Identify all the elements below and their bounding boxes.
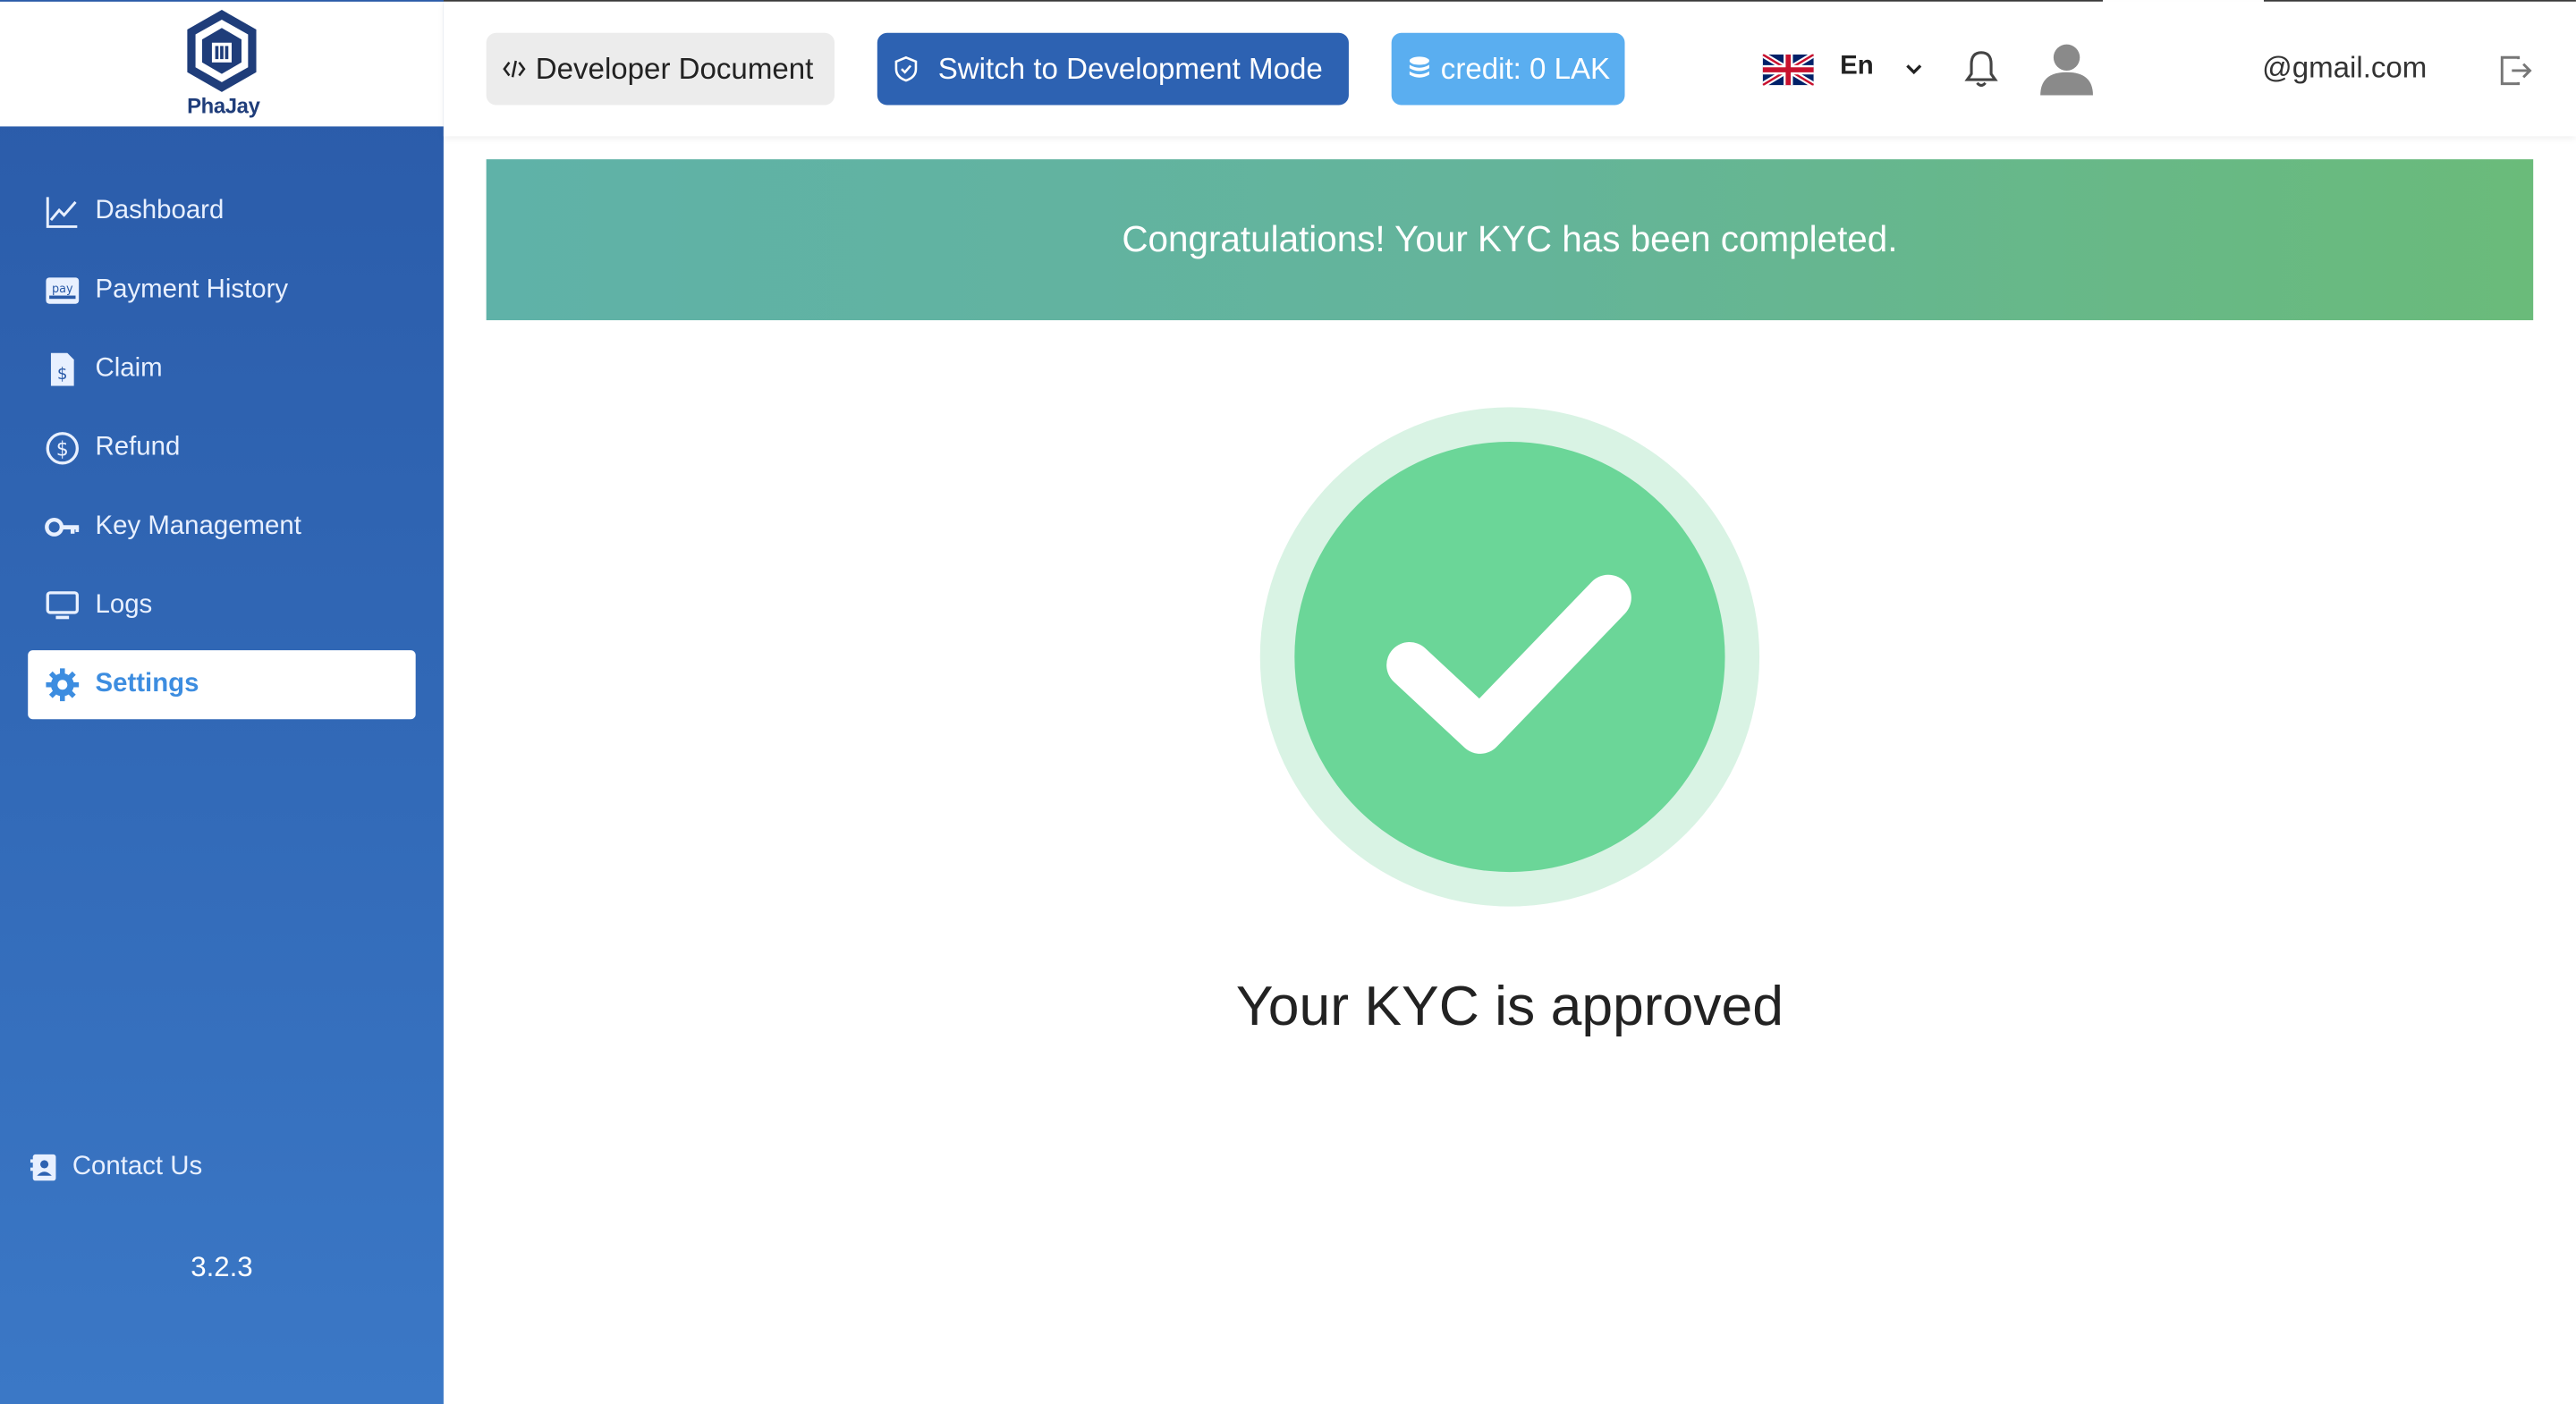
kyc-success-banner: Congratulations! Your KYC has been compl…	[486, 159, 2534, 321]
sidebar-item-claim[interactable]: $ Claim	[28, 335, 415, 404]
sidebar-item-label: Key Management	[95, 512, 301, 541]
uk-flag-icon[interactable]	[1762, 54, 1814, 86]
coins-icon	[1404, 55, 1434, 84]
sidebar-item-label: Dashboard	[95, 197, 225, 225]
developer-document-label: Developer Document	[535, 51, 814, 85]
invoice-dollar-icon: $	[45, 351, 80, 387]
pay-card-icon: pay	[45, 273, 80, 309]
sidebar-item-refund[interactable]: $ Refund	[28, 414, 415, 483]
brand-name: PhaJay	[187, 93, 260, 119]
gear-icon	[45, 667, 80, 703]
sidebar-nav: Dashboard pay Payment History $ Claim $ …	[28, 177, 416, 729]
shield-icon	[894, 55, 919, 82]
sidebar-item-payment-history[interactable]: pay Payment History	[28, 256, 415, 325]
credit-button[interactable]: credit: 0 LAK	[1391, 32, 1625, 106]
switch-dev-mode-label: Switch to Development Mode	[937, 51, 1323, 85]
svg-text:$: $	[57, 365, 68, 384]
chart-line-icon	[45, 194, 80, 230]
developer-document-button[interactable]: Developer Document	[486, 32, 835, 106]
sidebar-item-label: Settings	[95, 670, 199, 698]
chevron-down-icon[interactable]	[1902, 57, 1926, 80]
check-circle-icon	[1259, 407, 1760, 907]
top-header: Developer Document Switch to Development…	[443, 1, 2576, 137]
kyc-status-text: Your KYC is approved	[1235, 975, 1784, 1038]
phajay-logo-icon	[187, 10, 257, 92]
svg-text:pay: pay	[52, 283, 73, 296]
key-icon	[45, 509, 80, 545]
contact-us-label: Contact Us	[72, 1153, 203, 1181]
sidebar-item-logs[interactable]: Logs	[28, 571, 415, 640]
sidebar-item-key-management[interactable]: Key Management	[28, 493, 415, 562]
bell-icon[interactable]	[1963, 47, 1999, 90]
svg-text:$: $	[56, 439, 69, 461]
contact-us-link[interactable]: Contact Us	[30, 1153, 202, 1182]
sidebar: PhaJay Dashboard pay Payment History $ C…	[0, 0, 444, 1404]
refund-dollar-icon: $	[45, 430, 80, 466]
logout-icon[interactable]	[2497, 53, 2533, 89]
app-version: 3.2.3	[191, 1251, 253, 1283]
logo-area[interactable]: PhaJay	[0, 1, 444, 127]
contact-book-icon	[30, 1153, 59, 1182]
credit-label: credit: 0 LAK	[1440, 51, 1611, 85]
code-icon	[503, 57, 526, 80]
user-email: @gmail.com	[2262, 50, 2428, 84]
monitor-icon	[45, 588, 80, 623]
sidebar-item-label: Refund	[95, 433, 181, 462]
language-label[interactable]: En	[1840, 53, 1874, 82]
sidebar-item-label: Logs	[95, 591, 153, 620]
sidebar-item-dashboard[interactable]: Dashboard	[28, 177, 415, 246]
sidebar-item-settings[interactable]: Settings	[28, 650, 416, 720]
user-avatar-icon[interactable]	[2038, 41, 2094, 97]
sidebar-item-label: Claim	[95, 354, 163, 383]
switch-dev-mode-button[interactable]: Switch to Development Mode	[877, 32, 1349, 106]
sidebar-item-label: Payment History	[95, 275, 289, 304]
banner-text: Congratulations! Your KYC has been compl…	[1122, 218, 1898, 260]
